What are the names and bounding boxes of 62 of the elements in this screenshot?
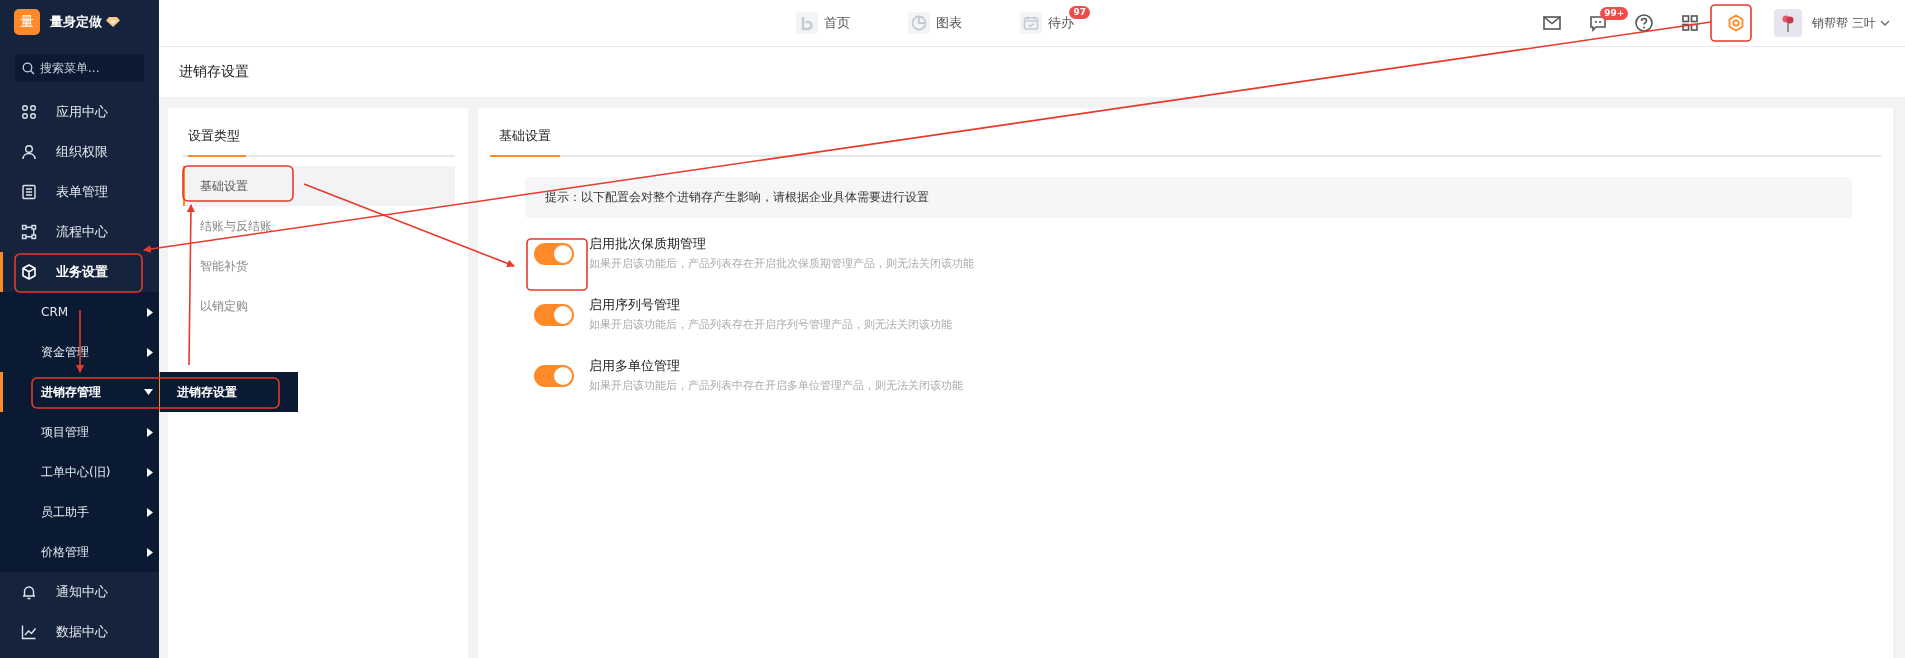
caret-right-icon: [147, 347, 153, 357]
notice-banner: 提示：以下配置会对整个进销存产生影响，请根据企业具体需要进行设置: [525, 177, 1852, 218]
option-title: 启用多单位管理: [589, 357, 681, 375]
menu-item[interactable]: 结账与反结账: [183, 206, 455, 246]
user-name[interactable]: 销帮帮 三叶: [1812, 14, 1876, 32]
chevron-down-icon[interactable]: [1880, 20, 1890, 26]
submenu-item[interactable]: 项目管理: [0, 412, 159, 452]
submenu-item[interactable]: 工单中心(旧): [0, 452, 159, 492]
apps-icon: [21, 104, 37, 120]
submenu-item[interactable]: 价格管理: [0, 532, 159, 572]
highlight-frame: [1710, 4, 1752, 42]
panel-heading: 设置类型: [188, 127, 246, 157]
option-title: 启用批次保质期管理: [589, 235, 707, 253]
sidebar-item[interactable]: 组织权限: [0, 132, 159, 172]
caret-right-icon: [147, 507, 153, 517]
nav-tab[interactable]: 图表: [908, 12, 962, 34]
highlight-frame: [526, 238, 588, 291]
search-icon: [22, 62, 35, 75]
cube-icon: [21, 264, 37, 280]
sidebar-item[interactable]: 表单管理: [0, 172, 159, 212]
flow-icon: [21, 224, 37, 240]
toggle-switch[interactable]: [534, 304, 574, 326]
help-icon[interactable]: [1634, 13, 1655, 33]
option-description: 如果开启该功能后，产品列表中存在开启多单位管理产品，则无法关闭该功能: [589, 378, 963, 394]
nav-tab[interactable]: 首页: [796, 12, 850, 34]
sidebar-item[interactable]: 流程中心: [0, 212, 159, 252]
tab[interactable]: 基础设置: [490, 127, 560, 157]
submenu-item[interactable]: 员工助手: [0, 492, 159, 532]
pie-chart-icon: [908, 12, 930, 34]
search-field[interactable]: 搜索菜单...: [15, 54, 144, 82]
menu-item[interactable]: 以销定购: [183, 286, 455, 326]
home-icon: [796, 12, 818, 34]
list-icon: [21, 184, 37, 200]
caret-right-icon: [147, 427, 153, 437]
logo: 量: [14, 9, 40, 35]
avatar[interactable]: [1774, 9, 1803, 37]
diamond-icon: [106, 16, 120, 28]
caret-right-icon: [147, 467, 153, 477]
apps-grid-icon[interactable]: [1680, 13, 1701, 33]
menu-item[interactable]: 智能补货: [183, 246, 455, 286]
page-title: 进销存设置: [179, 63, 249, 81]
caret-right-icon: [147, 307, 153, 317]
sidebar-item[interactable]: 应用中心: [0, 92, 159, 132]
bell-icon: [21, 584, 37, 600]
calendar-icon: [1020, 12, 1042, 34]
option-description: 如果开启该功能后，产品列表存在开启批次保质期管理产品，则无法关闭该功能: [589, 256, 974, 272]
sidebar-item[interactable]: 数据中心: [0, 612, 159, 652]
brand-name: 量身定做: [50, 13, 102, 31]
mail-icon[interactable]: [1542, 13, 1563, 33]
count-badge: 99+: [1600, 7, 1629, 20]
sidebar-item[interactable]: 通知中心: [0, 572, 159, 612]
menu-item[interactable]: 基础设置: [183, 166, 455, 206]
toggle-switch[interactable]: [534, 365, 574, 387]
submenu-item[interactable]: CRM: [0, 292, 159, 332]
toggle-switch[interactable]: [534, 243, 574, 265]
user-icon: [21, 144, 37, 160]
caret-down-icon: [144, 389, 153, 395]
caret-right-icon: [147, 547, 153, 557]
count-badge: 97: [1069, 6, 1090, 19]
chart-icon: [21, 624, 37, 640]
option-description: 如果开启该功能后，产品列表存在开启序列号管理产品，则无法关闭该功能: [589, 317, 952, 333]
option-title: 启用序列号管理: [589, 296, 681, 314]
